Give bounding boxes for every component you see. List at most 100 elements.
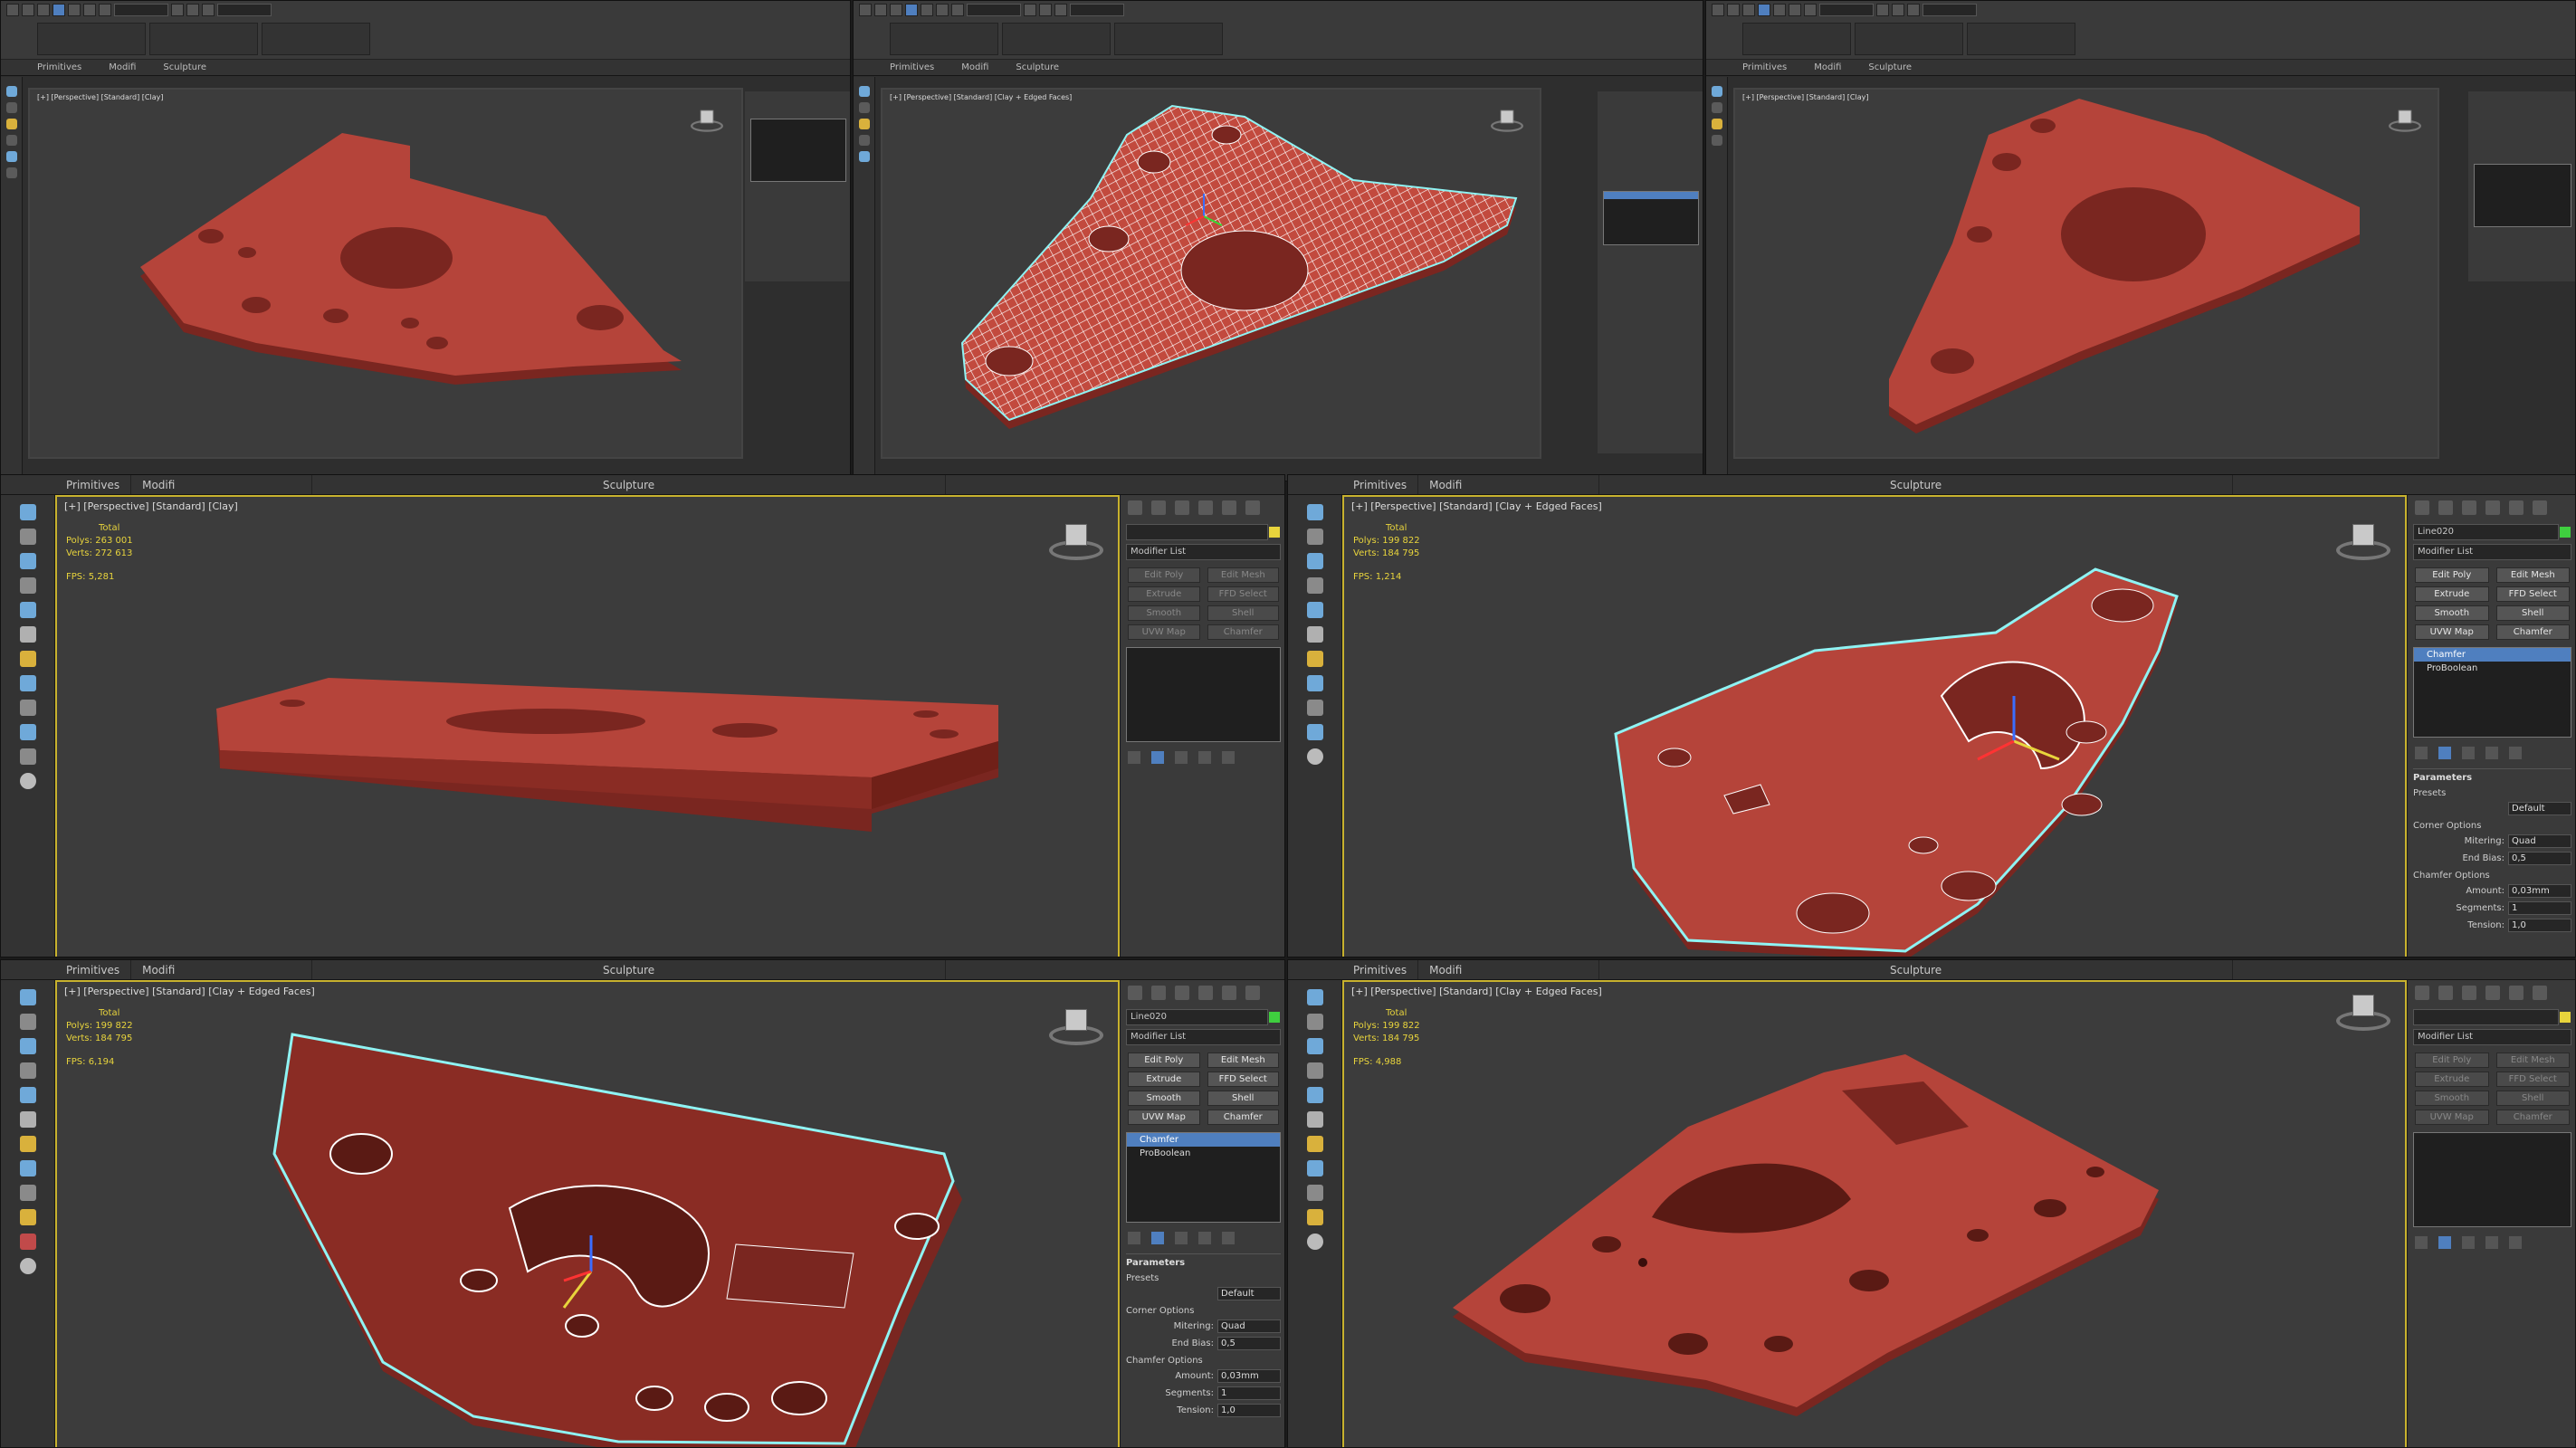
viewcube[interactable] (691, 110, 723, 134)
link-icon[interactable] (890, 4, 902, 16)
camera-icon[interactable] (1306, 724, 1323, 740)
pin-stack-icon[interactable] (1128, 1232, 1140, 1244)
sphere-icon[interactable] (1306, 748, 1323, 765)
edit-mesh-button[interactable]: Edit Mesh (1207, 567, 1279, 583)
snap-tool-icon[interactable] (19, 602, 36, 618)
edit-poly-button[interactable]: Edit Poly (1128, 1053, 1200, 1068)
make-unique-icon[interactable] (1175, 751, 1188, 764)
camera-icon[interactable] (19, 724, 36, 740)
remove-modifier-icon[interactable] (1198, 1232, 1211, 1244)
tab-modify[interactable]: Modifi (1814, 60, 1841, 75)
modifier-list-dropdown[interactable]: Modifier List (1126, 544, 1281, 560)
remove-modifier-icon[interactable] (1198, 751, 1211, 764)
rotate-tool-icon[interactable] (19, 1038, 36, 1054)
edit-mesh-button[interactable]: Edit Mesh (2495, 1053, 2570, 1068)
tool-icon[interactable] (1711, 135, 1722, 146)
move-tool-icon[interactable] (19, 529, 36, 545)
snap-icon[interactable] (1876, 4, 1889, 16)
material-icon[interactable] (19, 1136, 36, 1152)
show-end-result-icon[interactable] (1151, 1232, 1164, 1244)
mirror-icon[interactable] (186, 4, 199, 16)
tab-sculpture[interactable]: Sculpture (1016, 60, 1059, 75)
tension-spinner[interactable]: 1,0 (1217, 1404, 1281, 1417)
sphere-icon[interactable] (1306, 1234, 1323, 1250)
link-icon[interactable] (1742, 4, 1755, 16)
sphere-icon[interactable] (19, 1258, 36, 1274)
tool-icon[interactable] (858, 102, 870, 113)
tool-icon[interactable] (1711, 86, 1722, 97)
render-icon[interactable] (1306, 675, 1323, 691)
sphere-icon[interactable] (19, 773, 36, 789)
snap-tool-icon[interactable] (19, 1087, 36, 1103)
parameters-title[interactable]: Parameters (2413, 768, 2571, 783)
create-icon[interactable] (2415, 986, 2429, 1000)
end-bias-spinner[interactable]: 0,5 (1217, 1337, 1281, 1350)
edit-poly-button[interactable]: Edit Poly (1128, 567, 1200, 583)
make-unique-icon[interactable] (1175, 1232, 1188, 1244)
extrude-button[interactable]: Extrude (2415, 1072, 2489, 1087)
rotate-icon[interactable] (1789, 4, 1801, 16)
undo-icon[interactable] (1712, 4, 1724, 16)
preset-dropdown[interactable]: Default (2508, 802, 2571, 815)
render-icon[interactable] (19, 675, 36, 691)
utilities-icon[interactable] (1245, 500, 1260, 515)
viewport-perspective[interactable]: [+] [Perspective] [Standard] [Clay + Edg… (1342, 980, 2409, 1448)
move-tool-icon[interactable] (1306, 1014, 1323, 1030)
light-icon[interactable] (1306, 1185, 1323, 1201)
amount-spinner[interactable]: 0,03mm (1217, 1369, 1281, 1383)
snap-tool-icon[interactable] (1306, 602, 1323, 618)
tab-primitives[interactable]: Primitives (890, 60, 934, 75)
redo-icon[interactable] (1727, 4, 1740, 16)
tab-modify[interactable]: Modifi (1418, 475, 1600, 494)
render-icon[interactable] (1306, 1160, 1323, 1176)
tool-icon[interactable] (1711, 119, 1722, 129)
pin-stack-icon[interactable] (1128, 751, 1140, 764)
tool-icon[interactable] (5, 167, 17, 178)
selection-set-dropdown[interactable] (1922, 4, 1977, 16)
uvw-map-button[interactable]: UVW Map (1128, 624, 1200, 640)
edit-mesh-button[interactable]: Edit Mesh (1207, 1053, 1279, 1068)
object-name-field[interactable]: Line020 (2413, 524, 2571, 540)
stack-item-chamfer[interactable]: Chamfer (1127, 1133, 1280, 1147)
stack-item-proboolean[interactable]: ProBoolean (1127, 1147, 1280, 1160)
viewcube[interactable] (1049, 1009, 1103, 1049)
mitering-dropdown[interactable]: Quad (1217, 1319, 1281, 1333)
modify-icon[interactable] (2438, 986, 2453, 1000)
display-icon[interactable] (1222, 986, 1236, 1000)
move-tool-icon[interactable] (19, 1014, 36, 1030)
pin-stack-icon[interactable] (2415, 747, 2428, 759)
move-icon[interactable] (1773, 4, 1786, 16)
ffd-select-button[interactable]: FFD Select (1207, 586, 1279, 602)
align-icon[interactable] (1054, 4, 1067, 16)
tab-modify[interactable]: Modifi (961, 60, 988, 75)
select-tool-icon[interactable] (19, 504, 36, 520)
edit-mesh-button[interactable]: Edit Mesh (2495, 567, 2570, 583)
uvw-map-button[interactable]: UVW Map (1128, 1110, 1200, 1125)
viewcube[interactable] (2336, 995, 2390, 1034)
create-icon[interactable] (1128, 986, 1142, 1000)
hierarchy-icon[interactable] (2462, 986, 2476, 1000)
rotate-icon[interactable] (83, 4, 96, 16)
create-icon[interactable] (2415, 500, 2429, 515)
tab-modify[interactable]: Modifi (131, 960, 313, 979)
tool-icon[interactable] (858, 119, 870, 129)
shell-button[interactable]: Shell (1207, 1091, 1279, 1106)
configure-icon[interactable] (1222, 1232, 1235, 1244)
layer-icon[interactable] (19, 626, 36, 643)
tab-sculpture[interactable]: Sculpture (312, 960, 947, 979)
extrude-button[interactable]: Extrude (2415, 586, 2489, 602)
select-icon[interactable] (1758, 4, 1770, 16)
mirror-icon[interactable] (1892, 4, 1904, 16)
light-icon[interactable] (19, 1185, 36, 1201)
mitering-dropdown[interactable]: Quad (2508, 834, 2571, 848)
hierarchy-icon[interactable] (1175, 986, 1189, 1000)
selection-set-dropdown[interactable] (1070, 4, 1124, 16)
segments-spinner[interactable]: 1 (2508, 901, 2571, 915)
ffd-select-button[interactable]: FFD Select (2495, 1072, 2570, 1087)
tab-modify[interactable]: Modifi (1418, 960, 1600, 979)
rotate-tool-icon[interactable] (1306, 553, 1323, 569)
viewcube[interactable] (1049, 524, 1103, 564)
plate-model-rear-view[interactable] (1344, 982, 2409, 1448)
preset-dropdown[interactable]: Default (1217, 1287, 1281, 1300)
viewcube[interactable] (1491, 110, 1523, 134)
